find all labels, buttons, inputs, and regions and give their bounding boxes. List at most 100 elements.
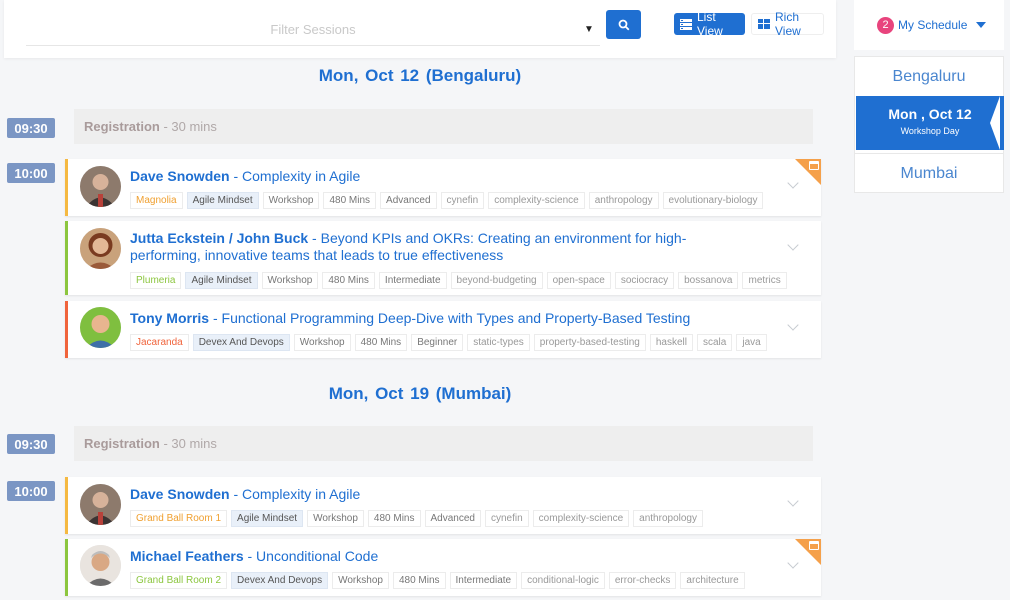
grid-view-icon [758,19,770,29]
room-tag: Grand Ball Room 2 [130,572,228,589]
city-bengaluru[interactable]: Bengaluru [855,57,1003,97]
keyword-tag: open-space [546,272,611,289]
keyword-tag: anthropology [588,192,659,209]
active-day-type: Workshop Day [900,126,960,136]
registration-label: Registration [84,436,160,451]
search-icon [618,19,629,30]
time-badge: 10:00 [7,163,55,183]
keyword-tag: architecture [680,572,745,589]
registration-label: Registration [84,119,160,134]
session-name[interactable]: - Functional Programming Deep-Dive with … [209,310,690,326]
keyword-tag: java [736,334,767,351]
list-view-label: List View [697,10,723,38]
expand-chevron-icon[interactable] [787,495,799,507]
type-tag: Workshop [332,572,389,589]
keyword-tag: metrics [742,272,787,289]
rich-view-button[interactable]: Rich View [751,10,824,38]
keyword-tag: cynefin [440,192,485,209]
level-tag: Beginner [411,334,464,351]
list-view-button[interactable]: List View [674,10,745,38]
type-tag: Workshop [307,510,364,527]
filter-sessions-input[interactable] [26,14,600,46]
rich-view-label: Rich View [775,10,801,38]
session-tags: Jacaranda Devex And Devops Workshop 480 … [130,334,767,351]
keyword-tag: error-checks [608,572,677,589]
duration-tag: 480 Mins [392,572,446,589]
time-badge: 09:30 [7,434,55,454]
registration-duration: - 30 mins [159,436,217,451]
schedule-count-badge: 2 [877,16,894,34]
session-card[interactable]: Michael Feathers - Unconditional Code Gr… [65,539,821,596]
speaker-name[interactable]: Michael Feathers [130,548,244,564]
keyword-tag: evolutionary-biology [662,192,764,209]
keyword-tag: anthropology [633,510,703,527]
search-button[interactable] [606,10,641,39]
session-card[interactable]: Dave Snowden - Complexity in Agile Magno… [65,159,821,216]
session-card[interactable]: Tony Morris - Functional Programming Dee… [65,301,821,358]
session-card[interactable]: Dave Snowden - Complexity in Agile Grand… [65,477,821,534]
keyword-tag: scala [697,334,733,351]
room-tag: Grand Ball Room 1 [130,510,228,527]
speaker-avatar [80,484,121,525]
speaker-avatar [80,166,121,207]
duration-tag: 480 Mins [367,510,421,527]
speaker-avatar [80,228,121,269]
session-card[interactable]: Jutta Eckstein / John Buck - Beyond KPIs… [65,221,821,295]
track-tag: Devex And Devops [231,572,329,589]
list-view-icon [680,18,692,30]
room-tag: Jacaranda [130,334,189,351]
level-tag: Intermediate [449,572,518,589]
keyword-tag: haskell [649,334,693,351]
filter-dropdown-icon[interactable]: ▼ [584,24,594,35]
session-tags: Grand Ball Room 1 Agile Mindset Workshop… [130,510,703,527]
filter-bar: ▼ List View Rich View [4,0,836,58]
session-name[interactable]: - Complexity in Agile [230,168,360,184]
keyword-tag: conditional-logic [521,572,605,589]
session-tags: Plumeria Agile Mindset Workshop 480 Mins… [130,272,787,289]
speaker-avatar [80,307,121,348]
session-title[interactable]: Tony Morris - Functional Programming Dee… [130,310,750,327]
calendar-icon [809,161,819,170]
time-badge: 09:30 [7,118,55,138]
session-name[interactable]: - Complexity in Agile [230,486,360,502]
day-selector: Bengaluru Mon , Oct 12 Workshop Day Mumb… [854,56,1004,193]
keyword-tag: complexity-science [488,192,585,209]
my-schedule-dropdown[interactable]: 2 My Schedule [854,0,1004,50]
speaker-name[interactable]: Dave Snowden [130,486,230,502]
keyword-tag: sociocracy [614,272,675,289]
keyword-tag: property-based-testing [533,334,646,351]
type-tag: Workshop [293,334,351,351]
session-title[interactable]: Jutta Eckstein / John Buck - Beyond KPIs… [130,230,750,264]
keyword-tag: bossanova [678,272,739,289]
track-tag: Agile Mindset [231,510,304,527]
day-heading: Mon, Oct 19 (Mumbai) [328,384,512,403]
room-tag: Magnolia [130,192,183,209]
speaker-avatar [80,545,121,586]
expand-chevron-icon[interactable] [787,239,799,251]
room-tag: Plumeria [130,272,182,289]
session-title[interactable]: Dave Snowden - Complexity in Agile [130,486,750,503]
registration-duration: - 30 mins [159,119,217,134]
expand-chevron-icon[interactable] [787,319,799,331]
track-tag: Devex And Devops [192,334,290,351]
session-title[interactable]: Dave Snowden - Complexity in Agile [130,168,750,185]
keyword-tag: static-types [467,334,530,351]
session-tags: Magnolia Agile Mindset Workshop 480 Mins… [130,192,764,209]
registration-row: Registration - 30 mins [74,426,813,461]
track-tag: Agile Mindset [185,272,258,289]
calendar-icon [809,541,819,550]
time-badge: 10:00 [7,481,55,501]
speaker-name[interactable]: Tony Morris [130,310,209,326]
session-title[interactable]: Michael Feathers - Unconditional Code [130,548,750,565]
level-tag: Intermediate [378,272,447,289]
speaker-name[interactable]: Jutta Eckstein / John Buck [130,230,308,246]
speaker-name[interactable]: Dave Snowden [130,168,230,184]
duration-tag: 480 Mins [354,334,408,351]
active-day-item[interactable]: Mon , Oct 12 Workshop Day [856,96,1004,150]
city-mumbai[interactable]: Mumbai [855,153,1003,193]
keyword-tag: complexity-science [532,510,630,527]
keyword-tag: beyond-budgeting [450,272,543,289]
keyword-tag: cynefin [484,510,529,527]
session-name[interactable]: - Unconditional Code [244,548,378,564]
track-tag: Agile Mindset [186,192,259,209]
